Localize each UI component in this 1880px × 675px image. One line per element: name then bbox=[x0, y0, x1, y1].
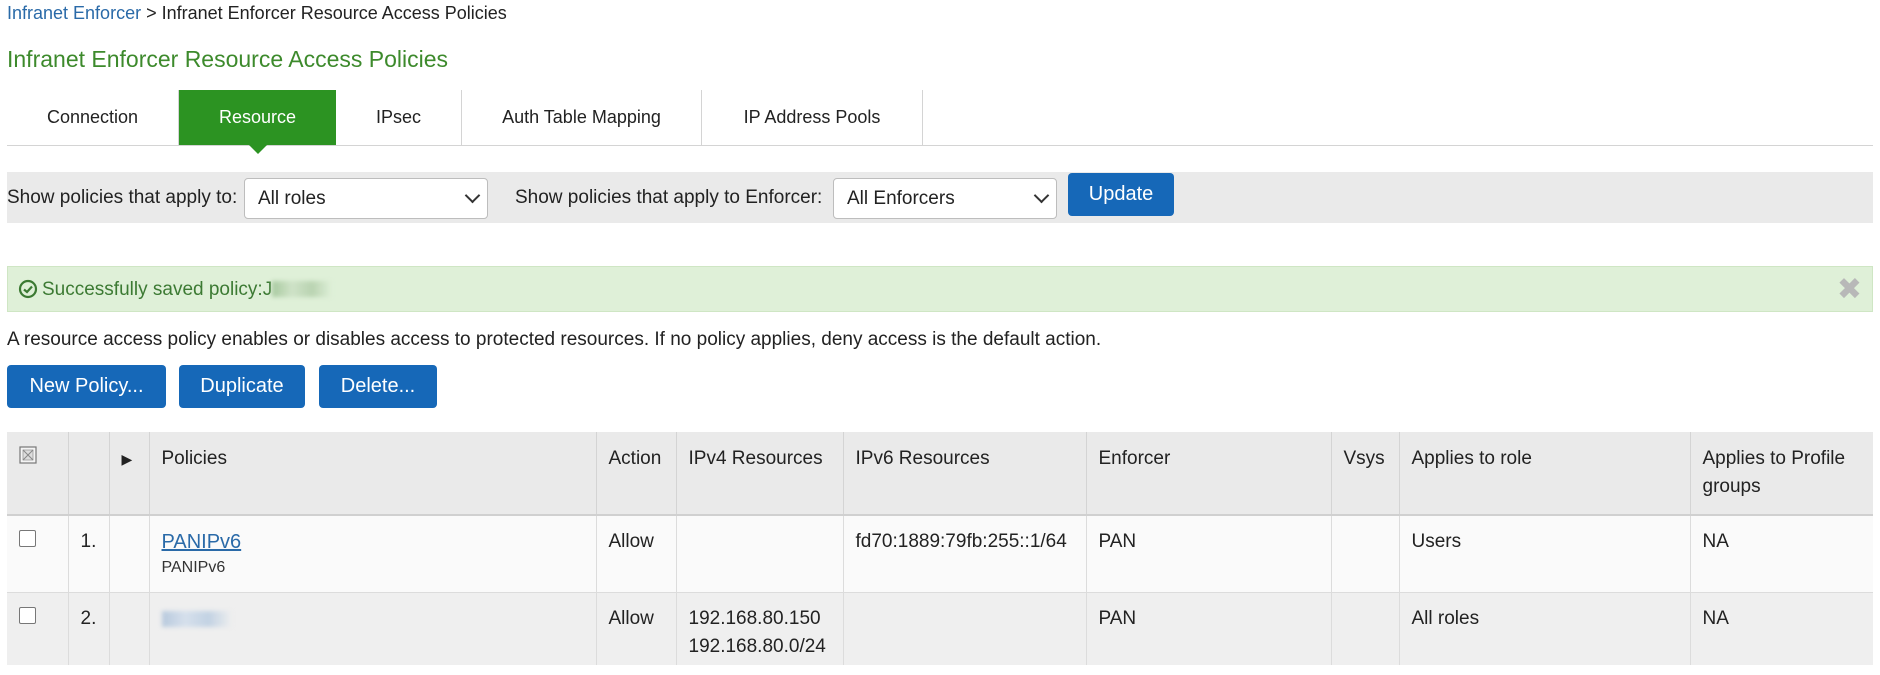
vsys-header: Vsys bbox=[1331, 432, 1400, 516]
enforcer-cell: PAN bbox=[1086, 515, 1332, 593]
policy-description: A resource access policy enables or disa… bbox=[7, 329, 1102, 350]
tab-ipsec[interactable]: IPsec bbox=[336, 90, 462, 145]
vsys-cell bbox=[1331, 515, 1400, 593]
enforcer-select[interactable]: All Enforcers bbox=[833, 178, 1057, 219]
row-index: 1. bbox=[68, 515, 110, 593]
row-checkbox[interactable] bbox=[19, 606, 36, 624]
select-all-header[interactable] bbox=[7, 432, 69, 516]
role-cell: All roles bbox=[1399, 592, 1691, 665]
roles-select[interactable]: All roles bbox=[244, 178, 488, 219]
roles-select-value: All roles bbox=[258, 188, 326, 209]
success-alert: Successfully saved policy:J ✖ bbox=[7, 266, 1873, 312]
policy-link[interactable]: PANIPv6 bbox=[162, 531, 242, 553]
tab-resource[interactable]: Resource bbox=[179, 90, 336, 154]
roles-filter-label: Show policies that apply to: bbox=[7, 187, 238, 208]
ipv4-header: IPv4 Resources bbox=[676, 432, 844, 516]
index-header bbox=[68, 432, 110, 516]
policies-table: ▶ Policies Action IPv4 Resources IPv6 Re… bbox=[7, 432, 1873, 665]
chevron-down-icon bbox=[464, 187, 481, 204]
breadcrumb-current: Infranet Enforcer Resource Access Polici… bbox=[161, 3, 507, 23]
filter-bar: Show policies that apply to: All roles S… bbox=[7, 172, 1873, 223]
ipv4-cell bbox=[676, 515, 844, 593]
policies-header: Policies bbox=[149, 432, 597, 516]
duplicate-button[interactable]: Duplicate bbox=[179, 365, 305, 408]
policy-name-cell: PANIPv6 PANIPv6 bbox=[149, 515, 597, 593]
ipv4-cell: 192.168.80.150 192.168.80.0/24 bbox=[676, 592, 844, 665]
tab-auth-table-mapping[interactable]: Auth Table Mapping bbox=[462, 90, 702, 145]
close-icon[interactable]: ✖ bbox=[1837, 275, 1862, 305]
action-cell: Allow bbox=[596, 592, 677, 665]
ipv6-cell: fd70:1889:79fb:255::1/64 bbox=[843, 515, 1087, 593]
expand-header[interactable]: ▶ bbox=[109, 432, 150, 516]
breadcrumb-separator: > bbox=[146, 3, 157, 23]
breadcrumb-link-infranet-enforcer[interactable]: Infranet Enforcer bbox=[7, 3, 141, 23]
table-row: 2. Allow 192.168.80.150 192.168.80.0/24 P… bbox=[7, 592, 1873, 665]
tab-connection[interactable]: Connection bbox=[7, 90, 179, 145]
enforcer-cell: PAN bbox=[1086, 592, 1332, 665]
row-expand-cell bbox=[109, 515, 150, 593]
expand-triangle-icon[interactable]: ▶ bbox=[122, 451, 133, 467]
policy-name-cell bbox=[149, 592, 597, 665]
row-checkbox[interactable] bbox=[19, 530, 36, 547]
new-policy-button[interactable]: New Policy... bbox=[7, 365, 166, 408]
ipv4-resource: 192.168.80.150 bbox=[688, 607, 821, 629]
action-header: Action bbox=[596, 432, 677, 516]
select-all-checkbox-icon[interactable] bbox=[19, 446, 37, 464]
profile-cell: NA bbox=[1690, 592, 1873, 665]
alert-message: Successfully saved policy:J bbox=[42, 279, 333, 301]
profile-cell: NA bbox=[1690, 515, 1873, 593]
enforcer-select-value: All Enforcers bbox=[847, 188, 955, 209]
action-cell: Allow bbox=[596, 515, 677, 593]
update-button[interactable]: Update bbox=[1068, 173, 1174, 216]
role-header: Applies to role bbox=[1399, 432, 1691, 516]
enforcer-filter-label: Show policies that apply to Enforcer: bbox=[515, 187, 823, 208]
tab-ip-address-pools[interactable]: IP Address Pools bbox=[702, 90, 923, 145]
row-checkbox-cell bbox=[7, 515, 69, 593]
table-header-row: ▶ Policies Action IPv4 Resources IPv6 Re… bbox=[7, 432, 1873, 516]
vsys-cell bbox=[1331, 592, 1400, 665]
alert-message-text: Successfully saved policy:J bbox=[42, 279, 273, 300]
redacted-policy-name bbox=[272, 281, 333, 297]
profile-header: Applies to Profile groups bbox=[1690, 432, 1873, 516]
ipv6-cell bbox=[843, 592, 1087, 665]
policy-description-text: PANIPv6 bbox=[161, 559, 226, 576]
enforcer-header: Enforcer bbox=[1086, 432, 1332, 516]
breadcrumb: Infranet Enforcer > Infranet Enforcer Re… bbox=[7, 3, 507, 24]
delete-button[interactable]: Delete... bbox=[319, 365, 437, 408]
row-index: 2. bbox=[68, 592, 110, 665]
chevron-down-icon bbox=[1033, 187, 1050, 204]
page-title: Infranet Enforcer Resource Access Polici… bbox=[7, 46, 449, 72]
tab-bar: Connection Resource IPsec Auth Table Map… bbox=[7, 90, 1873, 154]
redacted-policy-link[interactable] bbox=[161, 610, 232, 627]
table-row: 1. PANIPv6 PANIPv6 Allow fd70:1889:79fb:… bbox=[7, 515, 1873, 593]
ipv4-resource: 192.168.80.0/24 bbox=[688, 635, 826, 657]
role-cell: Users bbox=[1399, 515, 1691, 593]
row-checkbox-cell bbox=[7, 592, 69, 665]
ipv6-header: IPv6 Resources bbox=[843, 432, 1087, 516]
check-circle-icon bbox=[18, 279, 38, 299]
row-expand-cell bbox=[109, 592, 150, 665]
